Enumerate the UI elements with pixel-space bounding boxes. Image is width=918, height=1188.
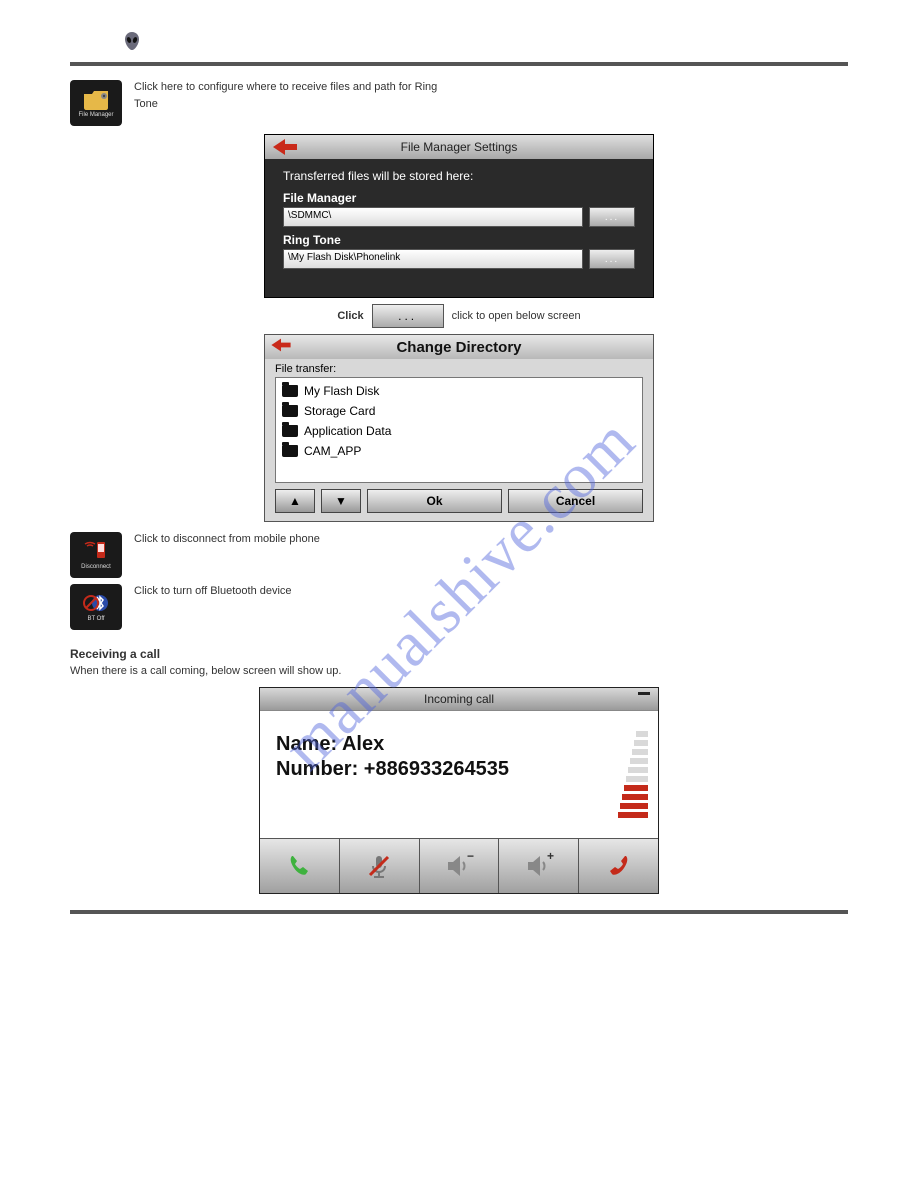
folder-icon <box>282 445 298 457</box>
fm-field1-browse-button[interactable]: ... <box>589 207 635 227</box>
volume-up-button[interactable]: + <box>499 839 579 893</box>
cd-titlebar: Change Directory <box>265 335 653 359</box>
fm-field2-label: Ring Tone <box>283 233 635 247</box>
cd-list: My Flash Disk Storage Card Application D… <box>275 377 643 483</box>
svg-text:+: + <box>547 850 554 863</box>
call-titlebar: Incoming call <box>260 688 658 710</box>
svg-text:−: − <box>467 850 474 863</box>
minimize-icon[interactable] <box>638 692 650 695</box>
folder-icon <box>282 385 298 397</box>
cd-title: Change Directory <box>265 339 653 356</box>
fm-field2-input[interactable]: \My Flash Disk\Phonelink <box>283 249 583 269</box>
cd-item-1[interactable]: Storage Card <box>280 401 638 421</box>
bt-off-thumb[interactable]: BT Off <box>70 584 122 630</box>
click-word-1: Click <box>337 309 363 324</box>
fm-titlebar: File Manager Settings <box>265 135 653 159</box>
cd-item-0[interactable]: My Flash Disk <box>280 381 638 401</box>
signal-bar <box>626 776 648 782</box>
disconnect-caption: Click to disconnect from mobile phone <box>134 532 320 547</box>
cd-subtitle: File transfer: <box>275 363 643 375</box>
folder-icon <box>282 425 298 437</box>
file-manager-thumb-label: File Manager <box>78 112 113 118</box>
cancel-button[interactable]: Cancel <box>508 489 643 513</box>
lone-btn-caption: click to open below screen <box>452 309 581 324</box>
call-title: Incoming call <box>424 692 494 706</box>
scroll-down-button[interactable]: ▼ <box>321 489 361 513</box>
call-info: Name: Alex Number: +886933264535 <box>276 731 614 818</box>
disconnect-thumb-label: Disconnect <box>81 564 111 570</box>
answer-button[interactable] <box>260 839 340 893</box>
file-manager-caption: Click here to configure where to receive… <box>134 80 437 114</box>
header-rule <box>70 62 848 66</box>
reject-button[interactable] <box>579 839 658 893</box>
ok-button[interactable]: Ok <box>367 489 502 513</box>
receiving-call-heading: Receiving a call When there is a call co… <box>70 646 848 679</box>
signal-bar <box>622 794 648 800</box>
disconnect-thumb[interactable]: Disconnect <box>70 532 122 578</box>
fm-field1-label: File Manager <box>283 191 635 205</box>
signal-bar <box>630 758 648 764</box>
signal-bar <box>618 812 648 818</box>
browse-button[interactable]: ... <box>372 304 444 328</box>
change-directory-panel: Change Directory File transfer: My Flash… <box>264 334 654 522</box>
mute-button[interactable] <box>340 839 420 893</box>
footer-rule <box>70 910 848 914</box>
folder-icon <box>282 405 298 417</box>
bt-off-caption: Click to turn off Bluetooth device <box>134 584 292 599</box>
alien-head-icon <box>120 30 144 54</box>
signal-bar <box>634 740 648 746</box>
file-manager-thumb[interactable]: File Manager <box>70 80 122 126</box>
signal-bars <box>614 731 648 818</box>
fm-field2-browse-button[interactable]: ... <box>589 249 635 269</box>
bt-off-thumb-label: BT Off <box>87 616 104 622</box>
incoming-call-panel: Incoming call Name: Alex Number: +886933… <box>259 687 659 894</box>
fm-field1-input[interactable]: \SDMMC\ <box>283 207 583 227</box>
fm-header-text: Transferred files will be stored here: <box>283 169 635 183</box>
signal-bar <box>620 803 648 809</box>
cd-item-3[interactable]: CAM_APP <box>280 441 638 461</box>
fm-title: File Manager Settings <box>265 140 653 154</box>
volume-down-button[interactable]: − <box>420 839 500 893</box>
signal-bar <box>628 767 648 773</box>
cd-item-2[interactable]: Application Data <box>280 421 638 441</box>
signal-bar <box>624 785 648 791</box>
scroll-up-button[interactable]: ▲ <box>275 489 315 513</box>
signal-bar <box>632 749 648 755</box>
signal-bar <box>636 731 648 737</box>
file-manager-settings-panel: File Manager Settings Transferred files … <box>264 134 654 298</box>
